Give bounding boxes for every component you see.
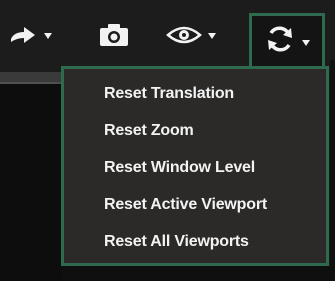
window-edge: [330, 60, 335, 281]
viewer-window: Reset Translation Reset Zoom Reset Windo…: [0, 0, 335, 281]
chevron-down-icon: [208, 33, 216, 39]
camera-icon: [98, 22, 130, 48]
arrow-right-icon: [8, 23, 38, 47]
navigate-button[interactable]: [8, 16, 52, 54]
menu-item-reset-active-viewport[interactable]: Reset Active Viewport: [64, 186, 326, 223]
snapshot-button[interactable]: [98, 16, 130, 54]
viewport-bottom: [62, 266, 335, 281]
menu-item-reset-translation[interactable]: Reset Translation: [64, 75, 326, 112]
menu-item-reset-all-viewports[interactable]: Reset All Viewports: [64, 223, 326, 260]
viewport-header: [0, 72, 62, 84]
reset-dropdown-menu: Reset Translation Reset Zoom Reset Windo…: [61, 66, 329, 266]
chevron-down-icon: [44, 33, 52, 39]
toolbar: [0, 0, 335, 72]
chevron-down-icon: [302, 39, 310, 46]
menu-item-reset-zoom[interactable]: Reset Zoom: [64, 112, 326, 149]
visibility-button[interactable]: [166, 16, 216, 54]
reset-button[interactable]: [249, 13, 325, 67]
eye-icon: [166, 23, 202, 47]
menu-item-reset-window-level[interactable]: Reset Window Level: [64, 149, 326, 186]
viewport-area: [0, 84, 62, 281]
refresh-icon: [264, 23, 296, 60]
